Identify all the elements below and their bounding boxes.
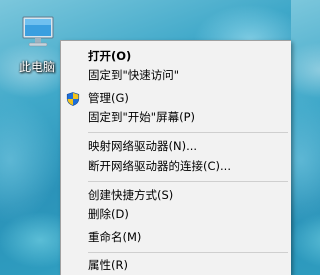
- menu-item-pin-start[interactable]: 固定到"开始"屏幕(P): [61, 108, 291, 127]
- menu-separator: [88, 252, 288, 253]
- menu-item-rename[interactable]: 重命名(M): [61, 228, 291, 247]
- this-pc-label: 此电脑: [18, 60, 55, 74]
- computer-monitor-icon: [22, 16, 54, 47]
- menu-item-manage[interactable]: 管理(G): [61, 89, 291, 108]
- shield-icon: [66, 92, 80, 106]
- menu-separator: [88, 181, 288, 182]
- menu-item-properties[interactable]: 属性(R): [61, 256, 291, 275]
- menu-item-disconnect-network-drive[interactable]: 断开网络驱动器的连接(C)...: [61, 157, 291, 176]
- this-pc-desktop-icon[interactable]: 此电脑: [12, 8, 62, 78]
- menu-item-open[interactable]: 打开(O): [61, 47, 291, 66]
- menu-item-pin-quick-access[interactable]: 固定到"快速访问": [61, 66, 291, 85]
- menu-separator: [88, 132, 288, 133]
- menu-item-create-shortcut[interactable]: 创建快捷方式(S): [61, 186, 291, 205]
- menu-item-manage-label: 管理(G): [88, 91, 129, 105]
- menu-item-delete[interactable]: 删除(D): [61, 205, 291, 224]
- context-menu: 打开(O) 固定到"快速访问" 管理(G) 固定到"开始"屏幕(P) 映射网络驱…: [60, 40, 291, 275]
- menu-item-map-network-drive[interactable]: 映射网络驱动器(N)...: [61, 137, 291, 156]
